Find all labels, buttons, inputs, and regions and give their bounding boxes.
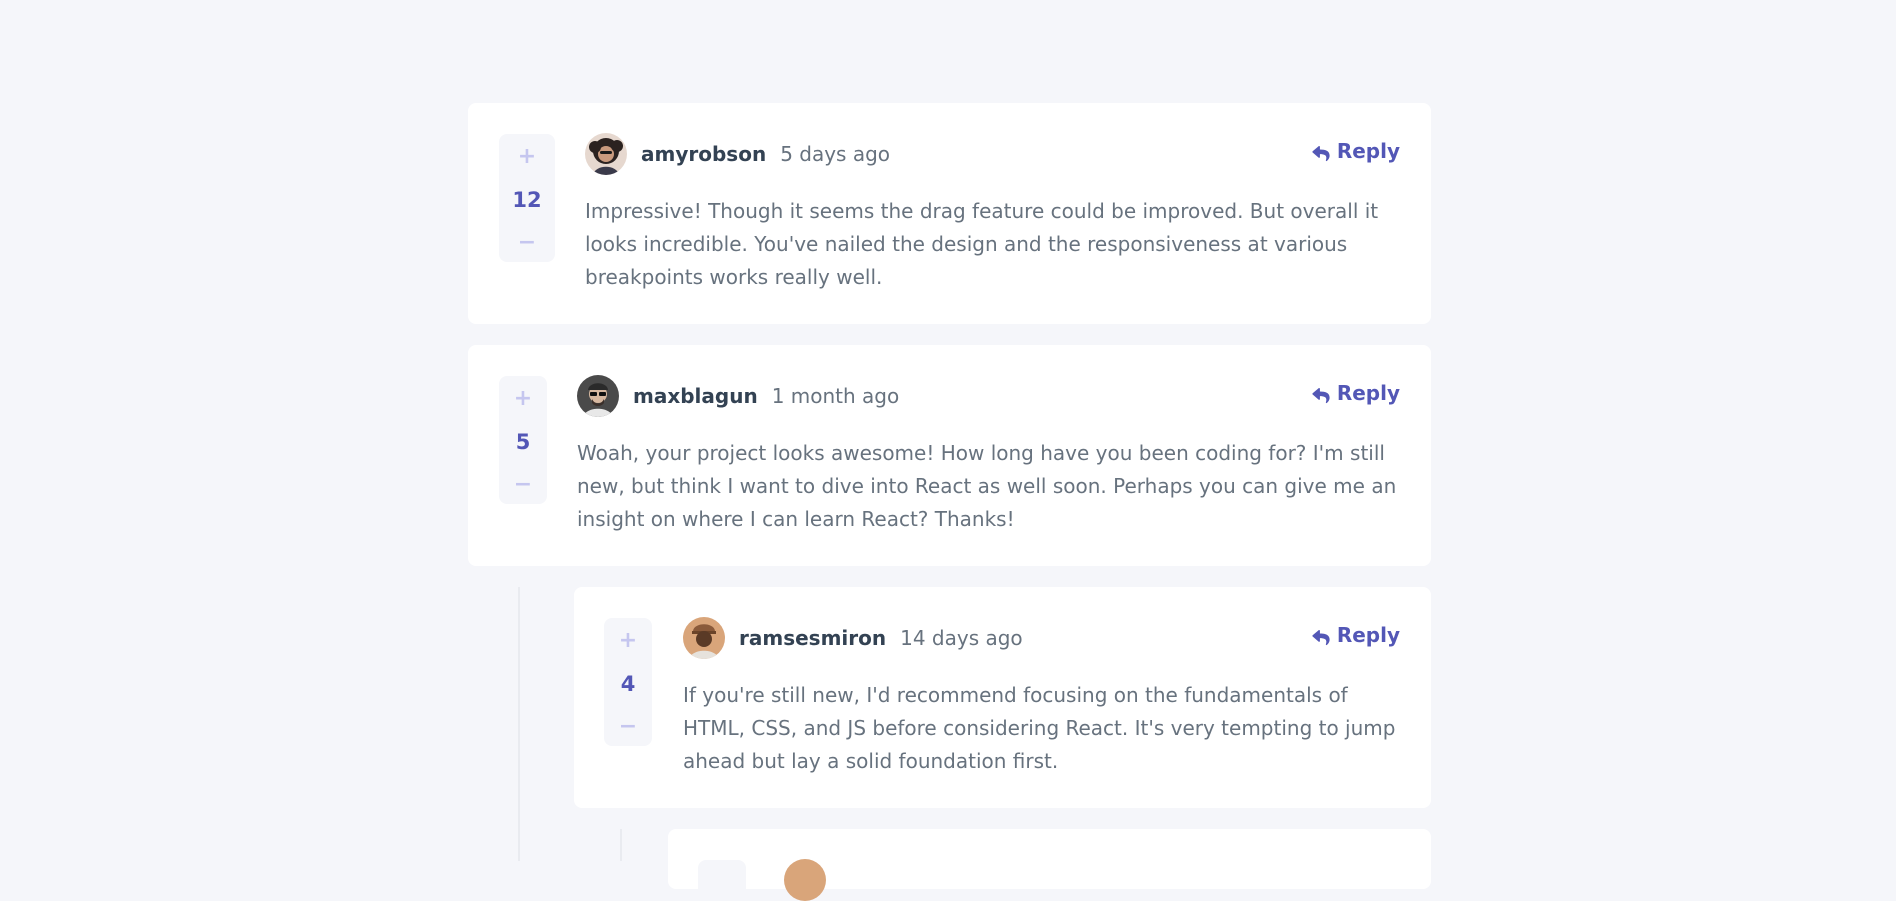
avatar [784,859,826,901]
reply-icon [1312,627,1330,646]
score-value: 5 [515,430,531,454]
thread-line [518,587,520,861]
reply-card-partial [668,829,1431,901]
reply-icon [1312,143,1330,162]
vote-counter [698,860,746,900]
timestamp: 1 month ago [771,384,900,408]
username[interactable]: maxblagun [633,384,758,408]
timestamp: 5 days ago [780,142,891,166]
username[interactable]: amyrobson [641,142,766,166]
reply-card: + 4 − ramsesmiron 14 days ago Reply If y… [574,587,1431,808]
reply-label: Reply [1336,381,1400,405]
avatar [683,617,725,659]
vote-counter: + 12 − [499,134,555,262]
comment-header: amyrobson 5 days ago [585,133,890,175]
plus-icon[interactable]: + [512,146,542,168]
reply-button[interactable]: Reply [1312,623,1400,647]
minus-icon[interactable]: − [512,232,542,254]
comment-header: maxblagun 1 month ago [577,375,899,417]
comment-card: + 12 − amyrobson 5 days ago Reply Impres… [468,103,1431,324]
vote-counter: + 4 − [604,618,652,746]
reply-label: Reply [1336,623,1400,647]
score-value: 12 [512,188,542,212]
reply-button[interactable]: Reply [1312,381,1400,405]
comment-card: + 5 − maxblagun 1 month ago Reply Woah, … [468,345,1431,566]
minus-icon[interactable]: − [613,716,643,738]
nested-thread-line [620,829,622,861]
avatar [585,133,627,175]
comment-text: Impressive! Though it seems the drag fea… [585,199,1379,289]
comment-text: If you're still new, I'd recommend focus… [683,683,1396,773]
comment-text: Woah, your project looks awesome! How lo… [577,441,1397,531]
reply-icon [1312,385,1330,404]
comment-header: ramsesmiron 14 days ago [683,617,1023,659]
username[interactable]: ramsesmiron [739,626,886,650]
vote-counter: + 5 − [499,376,547,504]
reply-button[interactable]: Reply [1312,139,1400,163]
score-value: 4 [620,672,636,696]
plus-icon[interactable]: + [613,630,643,652]
avatar [577,375,619,417]
minus-icon[interactable]: − [508,474,538,496]
timestamp: 14 days ago [900,626,1023,650]
reply-label: Reply [1336,139,1400,163]
plus-icon[interactable]: + [508,388,538,410]
